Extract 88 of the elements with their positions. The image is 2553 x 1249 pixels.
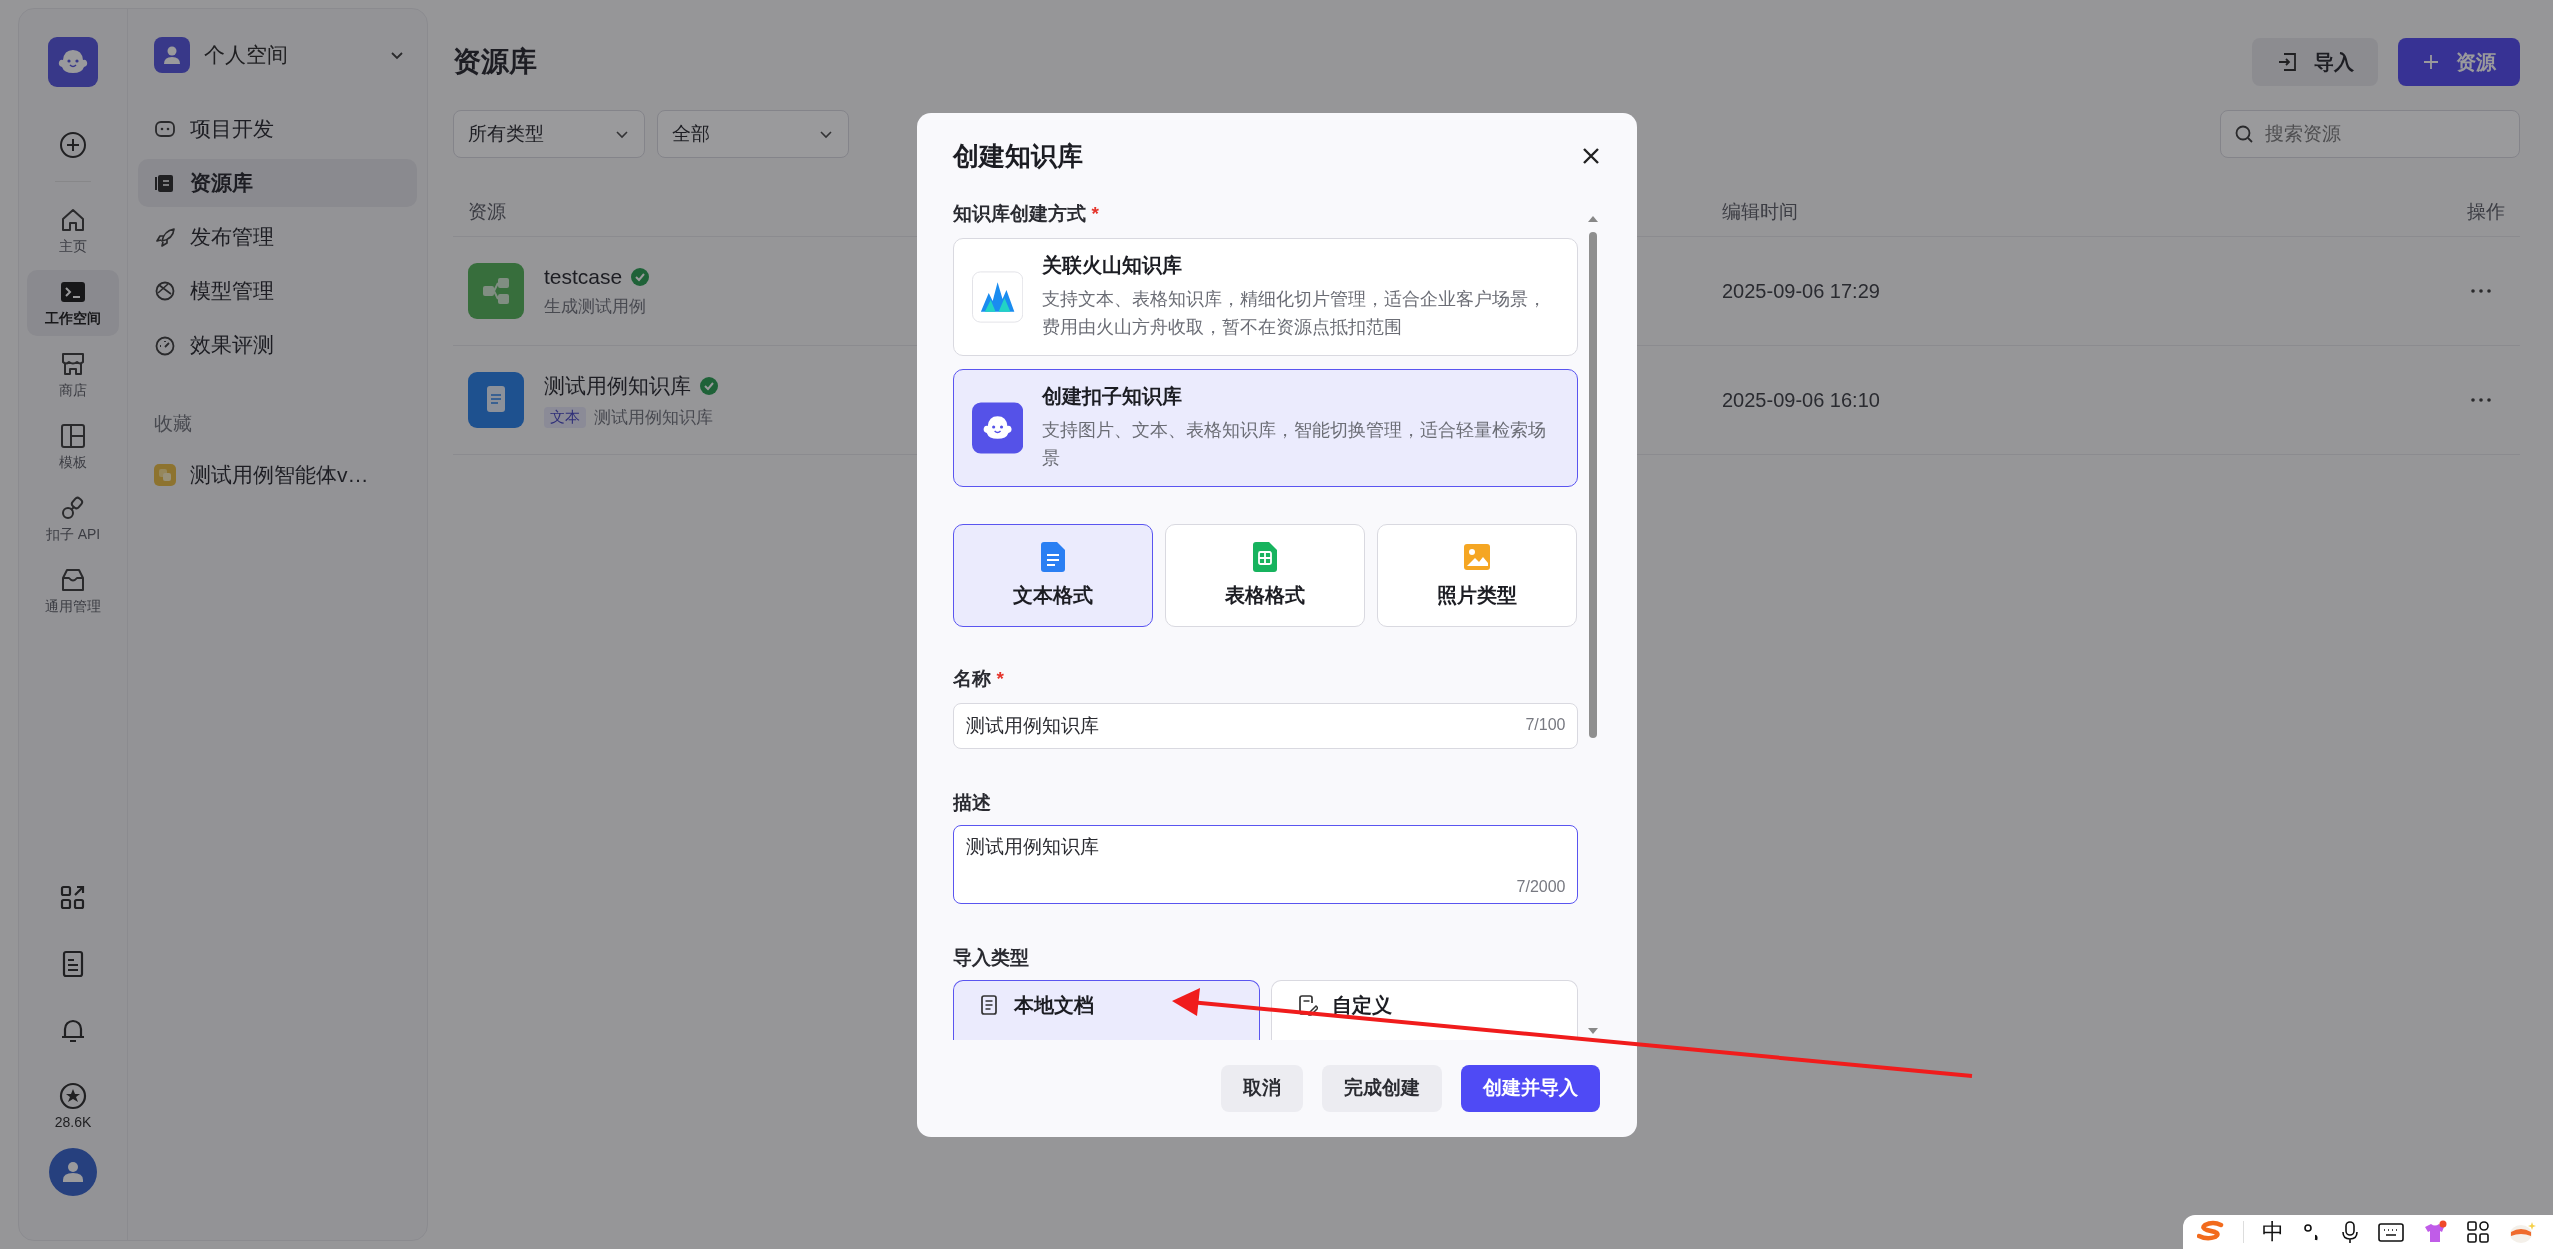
gauge-icon [154,334,176,356]
resource-name[interactable]: 测试用例知识库 [544,371,691,400]
rocket-icon [154,226,176,248]
method-card[interactable]: 创建扣子知识库 支持图片、文本、表格知识库，智能切换管理，适合轻量检索场景 [952,368,1578,487]
rail-item[interactable]: 通用管理 [27,558,119,624]
method-title: 创建扣子知识库 [1041,384,1183,409]
import-icon [2276,51,2298,73]
favorites-heading: 收藏 [153,412,193,436]
filter-select[interactable]: 全部 [657,110,849,158]
document-icon [468,372,524,428]
bot-icon [154,118,176,140]
column-header: 操作 [2467,200,2505,224]
logo-icon[interactable] [48,37,98,87]
nav-item[interactable]: 模型管理 [138,267,417,315]
nav-item[interactable]: 项目开发 [138,105,417,153]
home-icon [59,206,87,234]
import-type-option[interactable]: 本地文档 [952,979,1260,1040]
rail-item[interactable]: 工作空间 [27,270,119,336]
rail-item[interactable]: 模板 [27,414,119,480]
workflow-icon [468,263,524,319]
page-title: 资源库 [453,45,537,79]
book-icon [154,172,176,194]
keyboard-icon[interactable] [2378,1220,2404,1244]
type-tag: 文本 [544,406,586,428]
close-icon[interactable] [1580,146,1601,166]
dialog-title: 创建知识库 [952,139,1083,173]
import-button[interactable]: 导入 [2252,38,2378,86]
document-icon [1038,541,1067,572]
input-mode[interactable]: 中 [2262,1217,2284,1247]
edit-time: 2025-09-06 17:29 [1722,279,1881,303]
required-mark: * [996,667,1004,690]
add-icon[interactable] [59,131,87,159]
search-field[interactable]: 搜索资源 [2220,110,2520,158]
required-mark: * [1091,202,1099,225]
method-description: 支持图片、文本、表格知识库，智能切换管理，适合轻量检索场景 [1041,419,1547,470]
dialog-button[interactable]: 取消 [1220,1064,1303,1112]
agent-icon [154,464,176,486]
rail-item[interactable]: 扣子 API [27,486,119,552]
import-type-option[interactable]: 自定义 [1270,979,1578,1040]
more-icon[interactable] [2469,396,2493,404]
space-switcher[interactable]: 个人空间 [138,35,417,75]
field-label: 名称 [952,666,991,691]
format-option[interactable]: 表格格式 [1164,523,1366,627]
search-icon [2234,124,2254,144]
method-card[interactable]: 关联火山知识库 支持文本、表格知识库，精细化切片管理，适合企业客户场景，费用由火山方舟收取，暂不在资源点抵扣范围 [952,237,1578,356]
character-counter: 7/2000 [1516,877,1566,896]
character-counter: 7/100 [1525,715,1566,734]
field-label: 知识库创建方式 [952,201,1086,226]
spreadsheet-icon [1251,541,1279,572]
field-label: 描述 [952,790,991,815]
apps-icon[interactable] [59,884,87,912]
rail-item[interactable]: 主页 [27,198,119,264]
ghost-icon [971,401,1023,454]
method-title: 关联火山知识库 [1041,253,1183,278]
microphone-icon[interactable] [2340,1220,2360,1244]
resource-description: 测试用例知识库 [594,406,713,429]
create-and-import-button[interactable]: 创建并导入 [1460,1064,1600,1112]
edit-time: 2025-09-06 16:10 [1722,388,1881,412]
dialog-button[interactable]: 完成创建 [1321,1064,1442,1112]
favorite-item[interactable]: 测试用例智能体v… [138,451,417,499]
format-option[interactable]: 照片类型 [1377,523,1578,627]
mountain-icon [971,270,1023,323]
store-icon [59,350,87,378]
shirt-icon[interactable] [2422,1220,2448,1244]
resource-description: 生成测试用例 [544,295,646,318]
avatar-icon[interactable] [49,1148,97,1196]
template-icon [59,422,87,450]
plus-icon [2422,53,2440,71]
field-label: 导入类型 [952,945,1029,970]
star-count: 28.6K [54,1114,92,1130]
image-icon [1463,541,1492,572]
resource-name[interactable]: testcase [544,264,623,289]
rail-item[interactable]: 商店 [27,342,119,408]
nav-item[interactable]: 效果评测 [138,321,417,369]
filter-select[interactable]: 所有类型 [453,110,645,158]
mascot-icon[interactable] [2508,1220,2536,1244]
column-header: 编辑时间 [1722,200,1798,224]
format-option[interactable]: 文本格式 [952,523,1153,627]
grid-icon[interactable] [2466,1220,2490,1244]
column-header: 资源 [468,200,506,224]
more-icon[interactable] [2469,287,2493,295]
method-description: 支持文本、表格知识库，精细化切片管理，适合企业客户场景，费用由火山方舟收取，暂不在资源点抵扣范围 [1041,288,1547,339]
inbox-icon [59,566,87,594]
add-resource-button[interactable]: 资源 [2398,38,2520,86]
model-icon [154,280,176,302]
nav-item[interactable]: 发布管理 [138,213,417,261]
user-icon [154,37,190,73]
nav-item[interactable]: 资源库 [138,159,417,207]
